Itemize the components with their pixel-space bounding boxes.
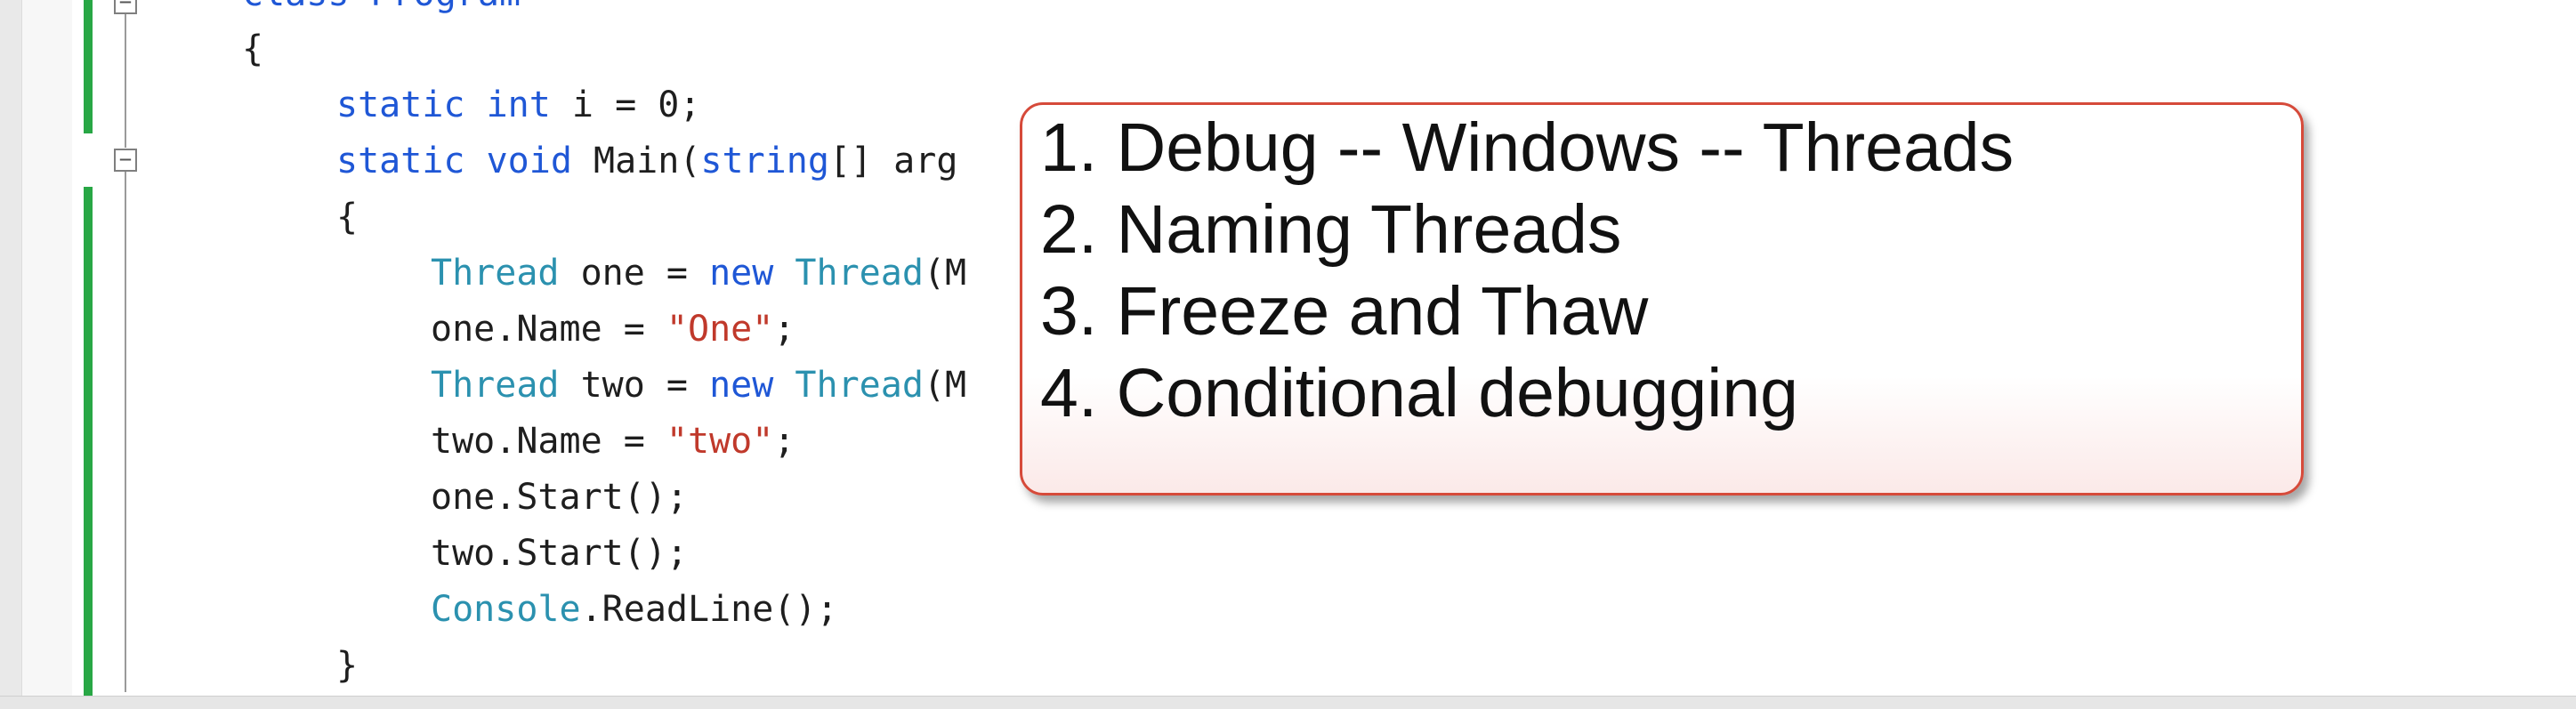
- code-line: two.Start();: [431, 531, 688, 576]
- code-token: ;: [773, 421, 795, 462]
- code-token: Thread: [431, 365, 560, 406]
- code-token: two.Name =: [431, 421, 666, 462]
- code-token: .ReadLine();: [580, 589, 838, 630]
- code-token: one.Name =: [431, 309, 666, 350]
- callout-item-4: 4. Conditional debugging: [1040, 355, 1798, 431]
- editor-left-margin: [0, 0, 21, 708]
- outline-guide-line: [125, 14, 126, 148]
- code-token: new: [709, 253, 774, 294]
- code-token: }: [336, 645, 359, 686]
- code-line: Thread two = new Thread(M: [431, 363, 966, 407]
- code-token: Main(: [571, 141, 701, 181]
- callout-item-1: 1. Debug -- Windows -- Threads: [1040, 109, 2015, 186]
- code-token: one =: [559, 253, 710, 294]
- code-token: Console: [431, 589, 581, 630]
- code-token: two =: [559, 365, 710, 406]
- change-indicator-bar: [84, 187, 93, 698]
- code-token: (M: [923, 253, 967, 294]
- code-token: {: [242, 28, 264, 69]
- editor-bottom-edge: [0, 696, 2576, 709]
- code-line: Console.ReadLine();: [431, 587, 838, 632]
- callout-item-3: 3. Freeze and Thaw: [1040, 273, 1649, 350]
- code-token: int: [486, 85, 551, 125]
- code-token: "One": [666, 309, 774, 350]
- code-token: {: [336, 197, 359, 238]
- code-line: Thread one = new Thread(M: [431, 251, 966, 295]
- code-line: one.Name = "One";: [431, 307, 795, 351]
- code-line: static void Main(string[] arg: [336, 139, 957, 183]
- code-token: one.Start();: [431, 477, 688, 518]
- callout-item-2: 2. Naming Threads: [1040, 191, 1622, 268]
- code-line: }: [336, 643, 358, 688]
- code-token: Thread: [431, 253, 560, 294]
- collapse-toggle-icon[interactable]: −: [114, 149, 137, 172]
- code-token: (M: [923, 365, 967, 406]
- outline-guide-line: [125, 172, 126, 692]
- editor-gutter: [21, 0, 72, 708]
- code-token: Thread: [795, 365, 924, 406]
- code-token: static: [336, 85, 465, 125]
- code-line: {: [242, 27, 263, 71]
- topics-callout: 1. Debug -- Windows -- Threads 2. Naming…: [1020, 102, 2304, 495]
- code-line-partial: class Program: [242, 0, 521, 16]
- code-token: Thread: [795, 253, 924, 294]
- code-token: i = 0;: [550, 85, 701, 125]
- code-token: two.Start();: [431, 533, 688, 574]
- code-token: ;: [773, 309, 795, 350]
- code-line: one.Start();: [431, 475, 688, 520]
- code-line: static int i = 0;: [336, 83, 700, 127]
- code-line: {: [336, 195, 358, 239]
- code-token: "two": [666, 421, 774, 462]
- code-token: string: [700, 141, 829, 181]
- code-line: two.Name = "two";: [431, 419, 795, 463]
- code-token: [] arg: [828, 141, 958, 181]
- code-text: class Program: [242, 0, 521, 14]
- code-token: void: [486, 141, 572, 181]
- change-indicator-bar: [84, 0, 93, 133]
- collapse-toggle-icon[interactable]: −: [114, 0, 137, 14]
- code-token: new: [709, 365, 774, 406]
- code-token: static: [336, 141, 465, 181]
